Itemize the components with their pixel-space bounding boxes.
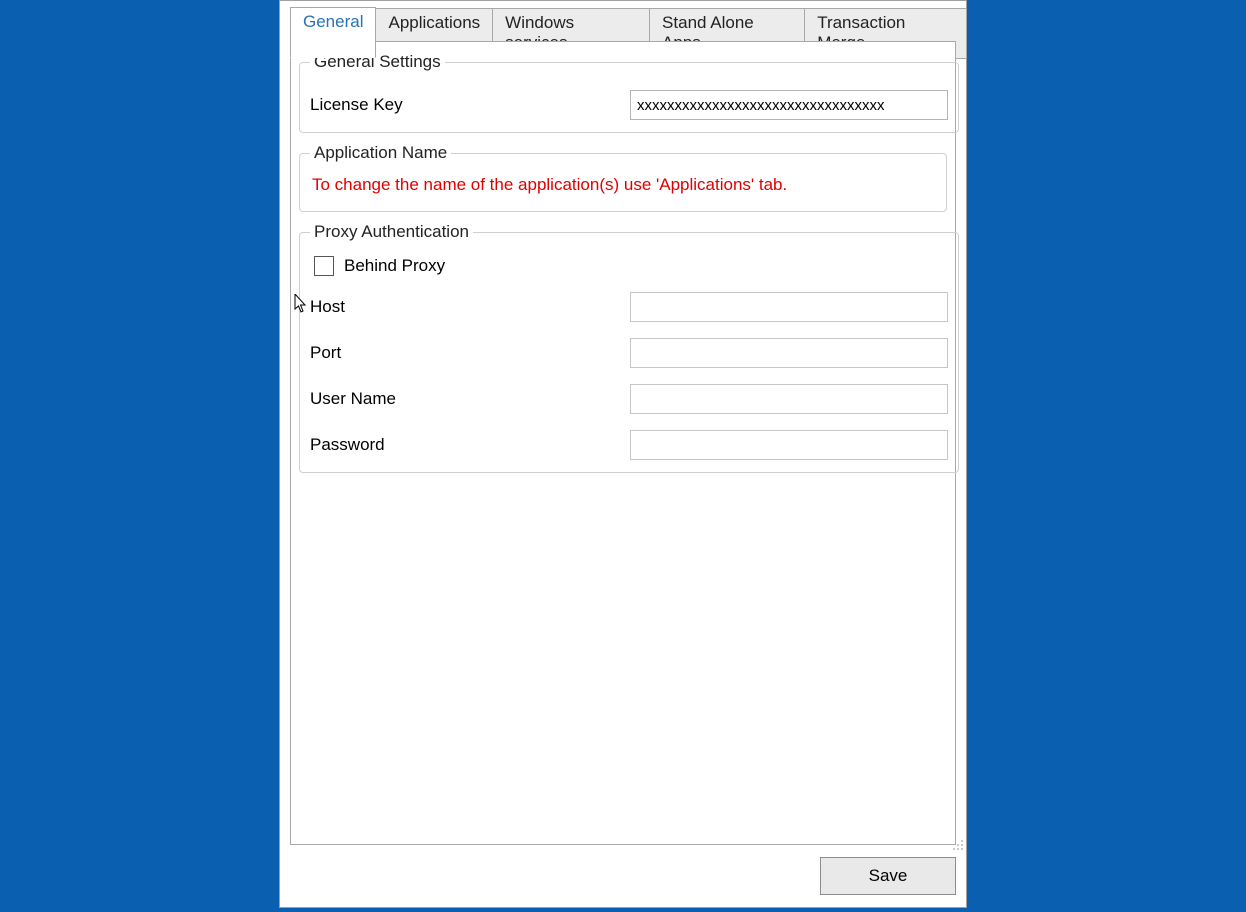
group-application-name: Application Name To change the name of t… — [299, 143, 947, 212]
proxy-host-input[interactable] — [630, 292, 948, 322]
proxy-host-label: Host — [310, 297, 630, 317]
license-key-label: License Key — [310, 95, 630, 115]
behind-proxy-checkbox[interactable] — [314, 256, 334, 276]
proxy-port-input[interactable] — [630, 338, 948, 368]
application-name-note: To change the name of the application(s)… — [312, 175, 934, 195]
proxy-username-label: User Name — [310, 389, 630, 409]
proxy-port-label: Port — [310, 343, 630, 363]
save-button[interactable]: Save — [820, 857, 956, 895]
tab-general[interactable]: General — [290, 7, 376, 58]
group-application-name-legend: Application Name — [310, 143, 451, 163]
proxy-password-label: Password — [310, 435, 630, 455]
license-key-input[interactable] — [630, 90, 948, 120]
behind-proxy-label: Behind Proxy — [344, 256, 445, 276]
group-general-settings: General Settings License Key — [299, 52, 959, 133]
group-proxy-auth-legend: Proxy Authentication — [310, 222, 473, 242]
group-proxy-auth: Proxy Authentication Behind Proxy Host P… — [299, 222, 959, 473]
proxy-password-input[interactable] — [630, 430, 948, 460]
settings-window: General Applications Windows services St… — [279, 0, 967, 908]
proxy-username-input[interactable] — [630, 384, 948, 414]
tab-panel-general: General Settings License Key Application… — [290, 41, 956, 845]
